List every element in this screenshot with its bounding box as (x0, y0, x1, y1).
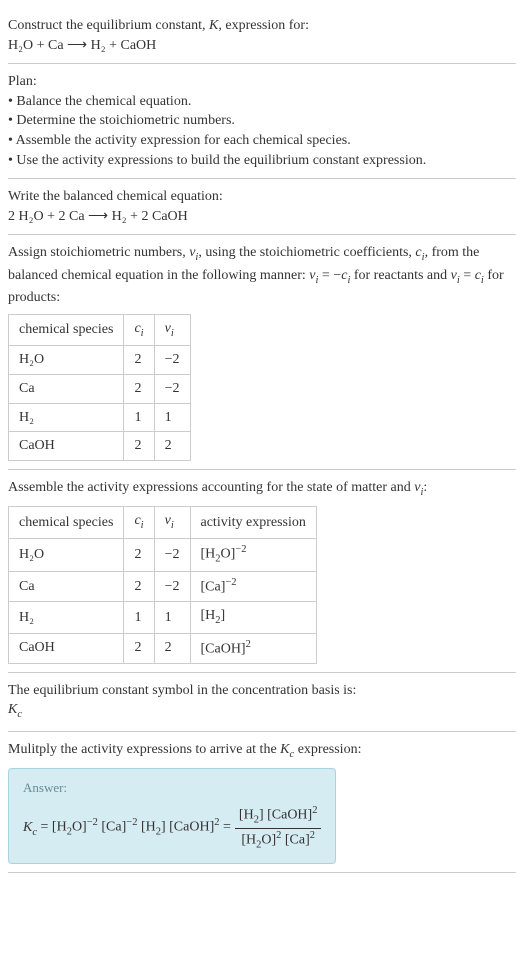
table-row: H₂11 (9, 403, 191, 432)
balanced-section: Write the balanced chemical equation: 2 … (8, 179, 516, 235)
symbol-section: The equilibrium constant symbol in the c… (8, 673, 516, 732)
table-header-row: chemical species ci νi (9, 314, 191, 345)
answer-expression: Kc = [H2O]−2 [Ca]−2 [H2] [CaOH]2 = [H2] … (23, 804, 321, 853)
activity-expr: [Ca]−2 (190, 571, 316, 601)
plan-section: Plan: • Balance the chemical equation. •… (8, 64, 516, 179)
table-row: H₂11[H2] (9, 602, 317, 633)
fraction-denominator: [H2O]2 [Ca]2 (235, 829, 322, 853)
activity-expr: [CaOH]2 (190, 633, 316, 663)
balanced-heading: Write the balanced chemical equation: (8, 187, 516, 207)
table-row: H₂O2−2[H2O]−2 (9, 538, 317, 571)
table-row: CaOH22[CaOH]2 (9, 633, 317, 663)
symbol-text: The equilibrium constant symbol in the c… (8, 681, 516, 701)
table-row: Ca2−2[Ca]−2 (9, 571, 317, 601)
col-species: chemical species (9, 314, 124, 345)
col-v: νi (154, 507, 190, 538)
table-row: Ca2−2 (9, 374, 191, 403)
answer-lhs: Kc = [H2O]−2 [Ca]−2 [H2] [CaOH]2 = (23, 816, 231, 840)
multiply-section: Mulitply the activity expressions to arr… (8, 732, 516, 873)
plan-item: • Use the activity expressions to build … (8, 151, 516, 171)
intro-section: Construct the equilibrium constant, K, e… (8, 8, 516, 64)
col-c: ci (124, 314, 154, 345)
activity-section: Assemble the activity expressions accoun… (8, 470, 516, 673)
answer-label: Answer: (23, 779, 321, 797)
stoich-text: Assign stoichiometric numbers, νi, using… (8, 243, 516, 308)
col-v: νi (154, 314, 190, 345)
table-row: H₂O2−2 (9, 346, 191, 375)
plan-heading: Plan: (8, 72, 516, 92)
stoich-section: Assign stoichiometric numbers, νi, using… (8, 235, 516, 469)
col-expr: activity expression (190, 507, 316, 538)
balanced-equation: 2 H₂O + 2 Ca ⟶ H₂ + 2 CaOH (8, 207, 516, 227)
fraction-numerator: [H2] [CaOH]2 (235, 804, 322, 829)
col-species: chemical species (9, 507, 124, 538)
intro-equation: H₂O + Ca ⟶ H₂ + CaOH (8, 36, 516, 56)
stoich-table: chemical species ci νi H₂O2−2 Ca2−2 H₂11… (8, 314, 191, 461)
answer-fraction: [H2] [CaOH]2 [H2O]2 [Ca]2 (235, 804, 322, 853)
multiply-text: Mulitply the activity expressions to arr… (8, 740, 516, 762)
activity-table: chemical species ci νi activity expressi… (8, 506, 317, 664)
table-row: CaOH22 (9, 432, 191, 461)
table-header-row: chemical species ci νi activity expressi… (9, 507, 317, 538)
col-c: ci (124, 507, 154, 538)
symbol-value: Kc (8, 700, 516, 722)
plan-item: • Balance the chemical equation. (8, 92, 516, 112)
activity-expr: [H2] (190, 602, 316, 633)
plan-item: • Determine the stoichiometric numbers. (8, 111, 516, 131)
plan-item: • Assemble the activity expression for e… (8, 131, 516, 151)
activity-expr: [H2O]−2 (190, 538, 316, 571)
activity-text: Assemble the activity expressions accoun… (8, 478, 516, 500)
intro-line1: Construct the equilibrium constant, K, e… (8, 16, 516, 36)
answer-box: Answer: Kc = [H2O]−2 [Ca]−2 [H2] [CaOH]2… (8, 768, 336, 863)
